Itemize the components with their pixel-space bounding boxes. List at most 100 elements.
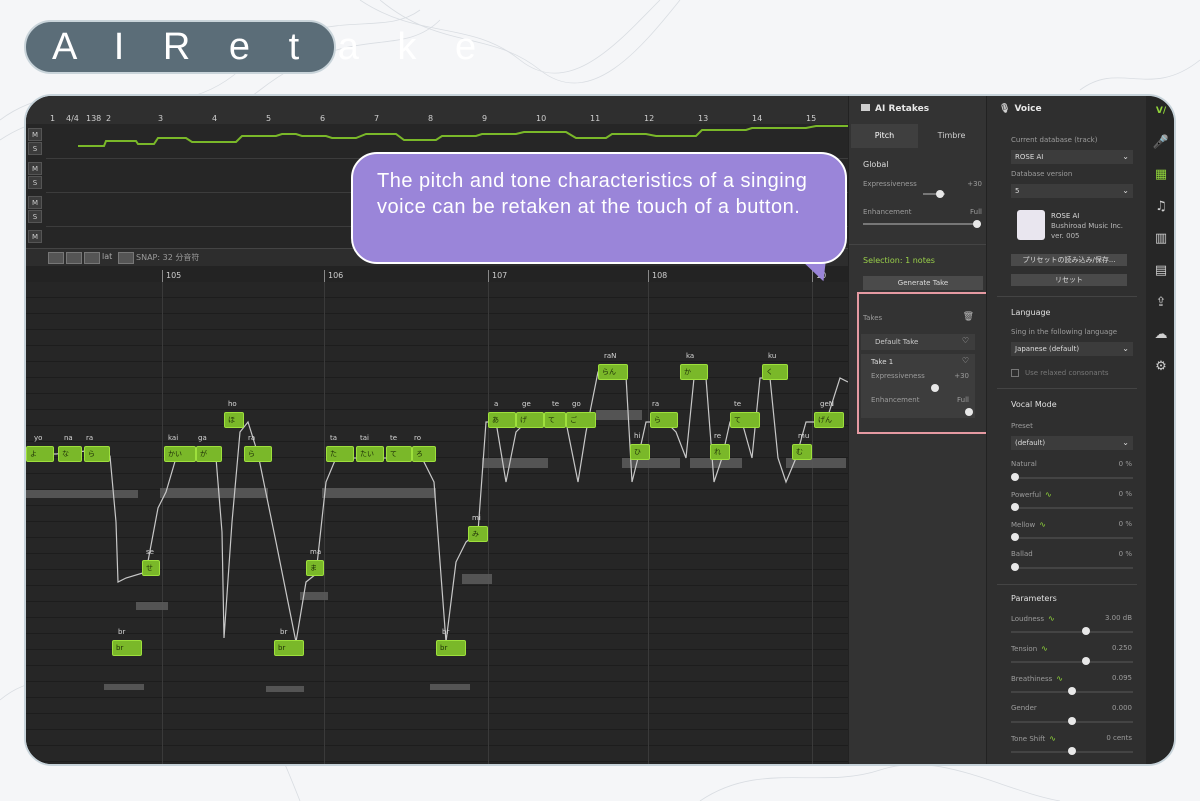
gear-icon[interactable]: ⚙ <box>1152 358 1170 376</box>
param-slider[interactable] <box>1011 631 1133 633</box>
pen-tool-button[interactable] <box>84 252 100 264</box>
current-db-select[interactable]: ROSE AI ⌄ <box>1011 150 1133 164</box>
default-take-item[interactable]: Default Take ♡ <box>861 334 975 350</box>
note[interactable]: かい <box>164 446 196 462</box>
tab-pitch[interactable]: Pitch <box>851 124 918 148</box>
note[interactable]: く <box>762 364 788 380</box>
expressiveness-value: +30 <box>967 180 982 188</box>
note[interactable]: ろ <box>412 446 436 462</box>
music-note-icon[interactable]: ♫ <box>1152 198 1170 216</box>
mode-slider[interactable] <box>1011 537 1133 539</box>
mute-button[interactable]: M <box>28 162 42 175</box>
note[interactable]: て <box>386 446 412 462</box>
param-slider[interactable] <box>1011 661 1133 663</box>
mode-slider[interactable] <box>1011 567 1133 569</box>
note[interactable]: む <box>792 444 812 460</box>
mode-label: Natural <box>1011 460 1037 468</box>
generate-take-button[interactable]: Generate Take <box>863 276 983 290</box>
piano-roll[interactable]: yo よ na な ra ら se せ kai かい ga が ho ほ ra … <box>26 282 848 764</box>
enhancement-slider[interactable] <box>863 223 981 225</box>
trash-icon[interactable]: 🗑 <box>963 312 974 322</box>
param-slider-handle[interactable] <box>1081 627 1090 635</box>
note[interactable]: あ <box>488 412 516 428</box>
note[interactable]: br <box>112 640 142 656</box>
lat-toggle[interactable]: lat <box>102 252 112 261</box>
note[interactable]: たい <box>356 446 384 462</box>
db-version-select[interactable]: 5 ⌄ <box>1011 184 1133 198</box>
note[interactable]: げん <box>814 412 844 428</box>
mode-label-text: Powerful <box>1011 491 1042 499</box>
note[interactable]: ほ <box>224 412 244 428</box>
solo-button[interactable]: S <box>28 176 42 189</box>
snap-value[interactable]: 32 分音符 <box>163 253 200 262</box>
enhancement-slider-handle[interactable] <box>973 220 981 228</box>
note[interactable]: br <box>274 640 304 656</box>
heart-icon[interactable]: ♡ <box>962 336 969 345</box>
mode-slider[interactable] <box>1011 477 1133 479</box>
note[interactable]: が <box>196 446 222 462</box>
mode-slider-handle[interactable] <box>1011 503 1019 511</box>
mode-label: Ballad <box>1011 550 1033 558</box>
language-select[interactable]: Japanese (default) ⌄ <box>1011 342 1133 356</box>
preset-load-save-button[interactable]: プリセットの読み込み/保存... <box>1011 254 1127 266</box>
note[interactable]: ご <box>566 412 596 428</box>
param-slider-handle[interactable] <box>1068 747 1076 755</box>
note[interactable]: ひ <box>630 444 650 460</box>
tab-timbre[interactable]: Timbre <box>918 124 985 148</box>
note[interactable]: げ <box>516 412 544 428</box>
note[interactable]: ら <box>84 446 110 462</box>
note[interactable]: な <box>58 446 82 462</box>
library-icon[interactable]: ▥ <box>1152 230 1170 248</box>
relaxed-consonants-checkbox[interactable] <box>1011 369 1019 377</box>
note-lyric: br <box>280 628 288 636</box>
note[interactable]: か <box>680 364 708 380</box>
take-expressiveness-handle[interactable] <box>931 384 939 392</box>
note[interactable]: れ <box>710 444 730 460</box>
note[interactable]: た <box>326 446 354 462</box>
mute-button[interactable]: M <box>28 230 42 243</box>
param-label-text: Breathiness <box>1011 675 1053 683</box>
mode-slider-handle[interactable] <box>1011 533 1019 541</box>
selection-status: Selection: 1 notes <box>863 256 935 265</box>
note[interactable]: て <box>544 412 566 428</box>
clapperboard-icon[interactable]: ▦ <box>1152 166 1170 184</box>
divider <box>997 388 1137 389</box>
take-enhancement-handle[interactable] <box>965 408 973 416</box>
note[interactable]: ま <box>306 560 324 576</box>
solo-button[interactable]: S <box>28 142 42 155</box>
param-label: Loudness ∿ <box>1011 614 1055 623</box>
note[interactable]: ら <box>244 446 272 462</box>
reset-button[interactable]: リセット <box>1011 274 1127 286</box>
export-icon[interactable]: ⇪ <box>1152 294 1170 312</box>
cloud-icon[interactable]: ☁ <box>1152 326 1170 344</box>
param-slider-handle[interactable] <box>1068 717 1076 725</box>
book-icon[interactable]: ▤ <box>1152 262 1170 280</box>
param-slider-handle[interactable] <box>1081 657 1090 665</box>
app-logo: V/ <box>1155 106 1167 116</box>
mode-slider[interactable] <box>1011 507 1133 509</box>
note[interactable]: br <box>436 640 466 656</box>
solo-button[interactable]: S <box>28 210 42 223</box>
mute-button[interactable]: M <box>28 196 42 209</box>
preset-select[interactable]: (default) ⌄ <box>1011 436 1133 450</box>
mode-slider-handle[interactable] <box>1011 473 1019 481</box>
param-slider-handle[interactable] <box>1068 687 1076 695</box>
note[interactable]: よ <box>26 446 54 462</box>
track-ruler[interactable]: 1 4/4 138 2 3 4 5 6 7 8 9 10 11 12 13 14… <box>26 96 848 124</box>
note[interactable]: せ <box>142 560 160 576</box>
microphone-icon[interactable]: 🎤 <box>1152 134 1170 152</box>
line-tool-button[interactable] <box>48 252 64 264</box>
note[interactable]: ら <box>650 412 678 428</box>
curve-tool-button[interactable] <box>66 252 82 264</box>
mode-slider-handle[interactable] <box>1011 563 1019 571</box>
piano-roll-ruler[interactable]: 105 106 107 108 10 <box>26 266 848 282</box>
take-1-item[interactable]: Take 1 ♡ Expressiveness +30 Enhancement … <box>861 354 975 418</box>
keyboard-tool-button[interactable] <box>118 252 134 264</box>
note[interactable]: み <box>468 526 488 542</box>
chevron-down-icon: ⌄ <box>1122 438 1129 447</box>
expressiveness-slider-handle[interactable] <box>936 190 945 198</box>
note[interactable]: らん <box>598 364 628 380</box>
note[interactable]: て <box>730 412 760 428</box>
heart-icon[interactable]: ♡ <box>962 356 969 365</box>
mute-button[interactable]: M <box>28 128 42 141</box>
